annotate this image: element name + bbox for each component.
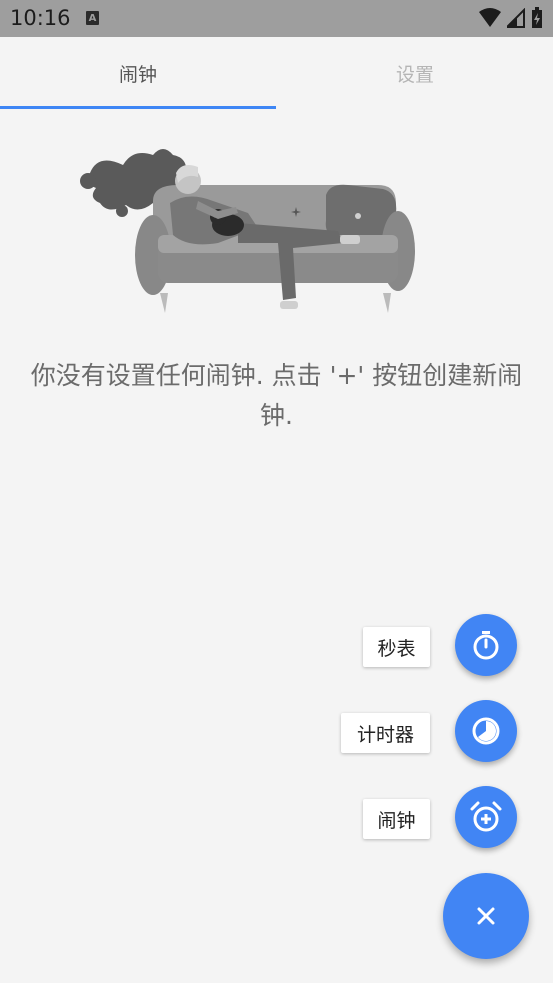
alarm-label[interactable]: 闹钟: [363, 799, 430, 839]
alarm-add-button[interactable]: [455, 786, 517, 848]
fab-close-button[interactable]: [443, 873, 529, 959]
status-icons: [479, 7, 543, 29]
alarm-add-icon: [470, 801, 502, 832]
wifi-icon: [479, 8, 501, 27]
timer-label[interactable]: 计时器: [341, 713, 430, 753]
timer-button[interactable]: [455, 700, 517, 762]
person-sleeping-on-sofa-illustration: [80, 149, 415, 313]
close-icon: [477, 907, 495, 925]
battery-icon: [532, 7, 542, 28]
signal-icon: [507, 8, 525, 28]
tab-settings[interactable]: 设置: [277, 37, 553, 110]
empty-state-message: 你没有设置任何闹钟. 点击 '+' 按钮创建新闹钟.: [30, 361, 523, 430]
status-bar: 10:16 A: [0, 0, 553, 37]
timer-icon: [472, 717, 500, 745]
stopwatch-label[interactable]: 秒表: [363, 627, 430, 667]
tab-bar: 闹钟 设置: [0, 37, 553, 110]
stopwatch-button[interactable]: [455, 614, 517, 676]
a-icon: A: [86, 11, 99, 25]
stopwatch-icon: [473, 631, 499, 660]
tab-alarm[interactable]: 闹钟: [0, 37, 276, 110]
status-time: 10:16: [10, 6, 71, 30]
tab-indicator: [0, 106, 276, 109]
